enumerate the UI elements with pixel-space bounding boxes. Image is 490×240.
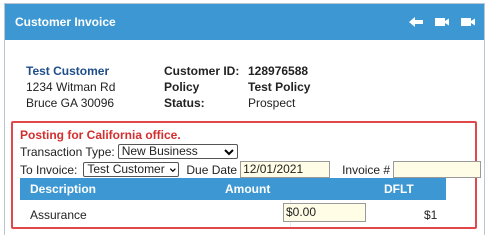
column-header-dflt: DFLT (384, 182, 414, 196)
transaction-type-select[interactable]: New Business (117, 144, 238, 159)
column-header-description: Description (30, 182, 97, 196)
customer-name[interactable]: Test Customer (26, 63, 115, 79)
customer-info: Test Customer 1234 Witman Rd Bruce GA 30… (26, 63, 466, 111)
chevron-down-icon (169, 167, 176, 172)
to-invoice-value: Test Customer (87, 162, 165, 176)
window-title: Customer Invoice (15, 15, 116, 29)
due-date-label: Due Date (186, 162, 238, 177)
status-value: Prospect (248, 96, 296, 110)
row-description: Assurance (30, 208, 87, 222)
transaction-type-value: New Business (121, 144, 198, 158)
customer-address-block: Test Customer 1234 Witman Rd Bruce GA 30… (26, 63, 115, 111)
to-invoice-label: To Invoice: (20, 162, 78, 177)
video-camera-icon[interactable] (460, 15, 476, 29)
back-arrow-icon[interactable] (408, 15, 424, 29)
customer-id-label: Customer ID: (164, 64, 240, 78)
posting-title: Posting for California office. (20, 128, 181, 142)
detail-labels: Customer ID: Policy Status: (164, 63, 239, 111)
invoice-row: To Invoice: Test Customer Due Date 12/01… (20, 161, 482, 178)
column-header-amount: Amount (225, 182, 271, 196)
title-bar: Customer Invoice (5, 4, 484, 40)
invoice-number-label: Invoice # (342, 162, 391, 177)
invoice-number-input[interactable] (393, 161, 482, 178)
table-row: Assurance $0.00 $1 (20, 200, 446, 227)
transaction-type-label: Transaction Type: (20, 144, 115, 159)
detail-values: 128976588 Test Policy Prospect (248, 63, 310, 111)
status-label: Status: (164, 96, 205, 110)
policy-label: Policy (164, 80, 200, 94)
title-bar-actions (408, 15, 476, 29)
transaction-type-row: Transaction Type: New Business (20, 144, 238, 159)
grid-header: Description Amount DFLT (20, 178, 446, 200)
address-line-2: Bruce GA 30096 (26, 96, 115, 110)
posting-panel: Posting for California office. Transacti… (11, 121, 482, 229)
to-invoice-select[interactable]: Test Customer (83, 162, 180, 177)
row-dflt: $1 (424, 208, 438, 222)
video-camera-icon[interactable] (434, 15, 450, 29)
customer-id-value: 128976588 (248, 64, 309, 78)
address-line-1: 1234 Witman Rd (26, 80, 116, 94)
amount-input[interactable]: $0.00 (283, 203, 366, 222)
due-date-input[interactable]: 12/01/2021 (240, 161, 331, 178)
chevron-down-icon (224, 148, 234, 155)
policy-value: Test Policy (248, 80, 311, 94)
